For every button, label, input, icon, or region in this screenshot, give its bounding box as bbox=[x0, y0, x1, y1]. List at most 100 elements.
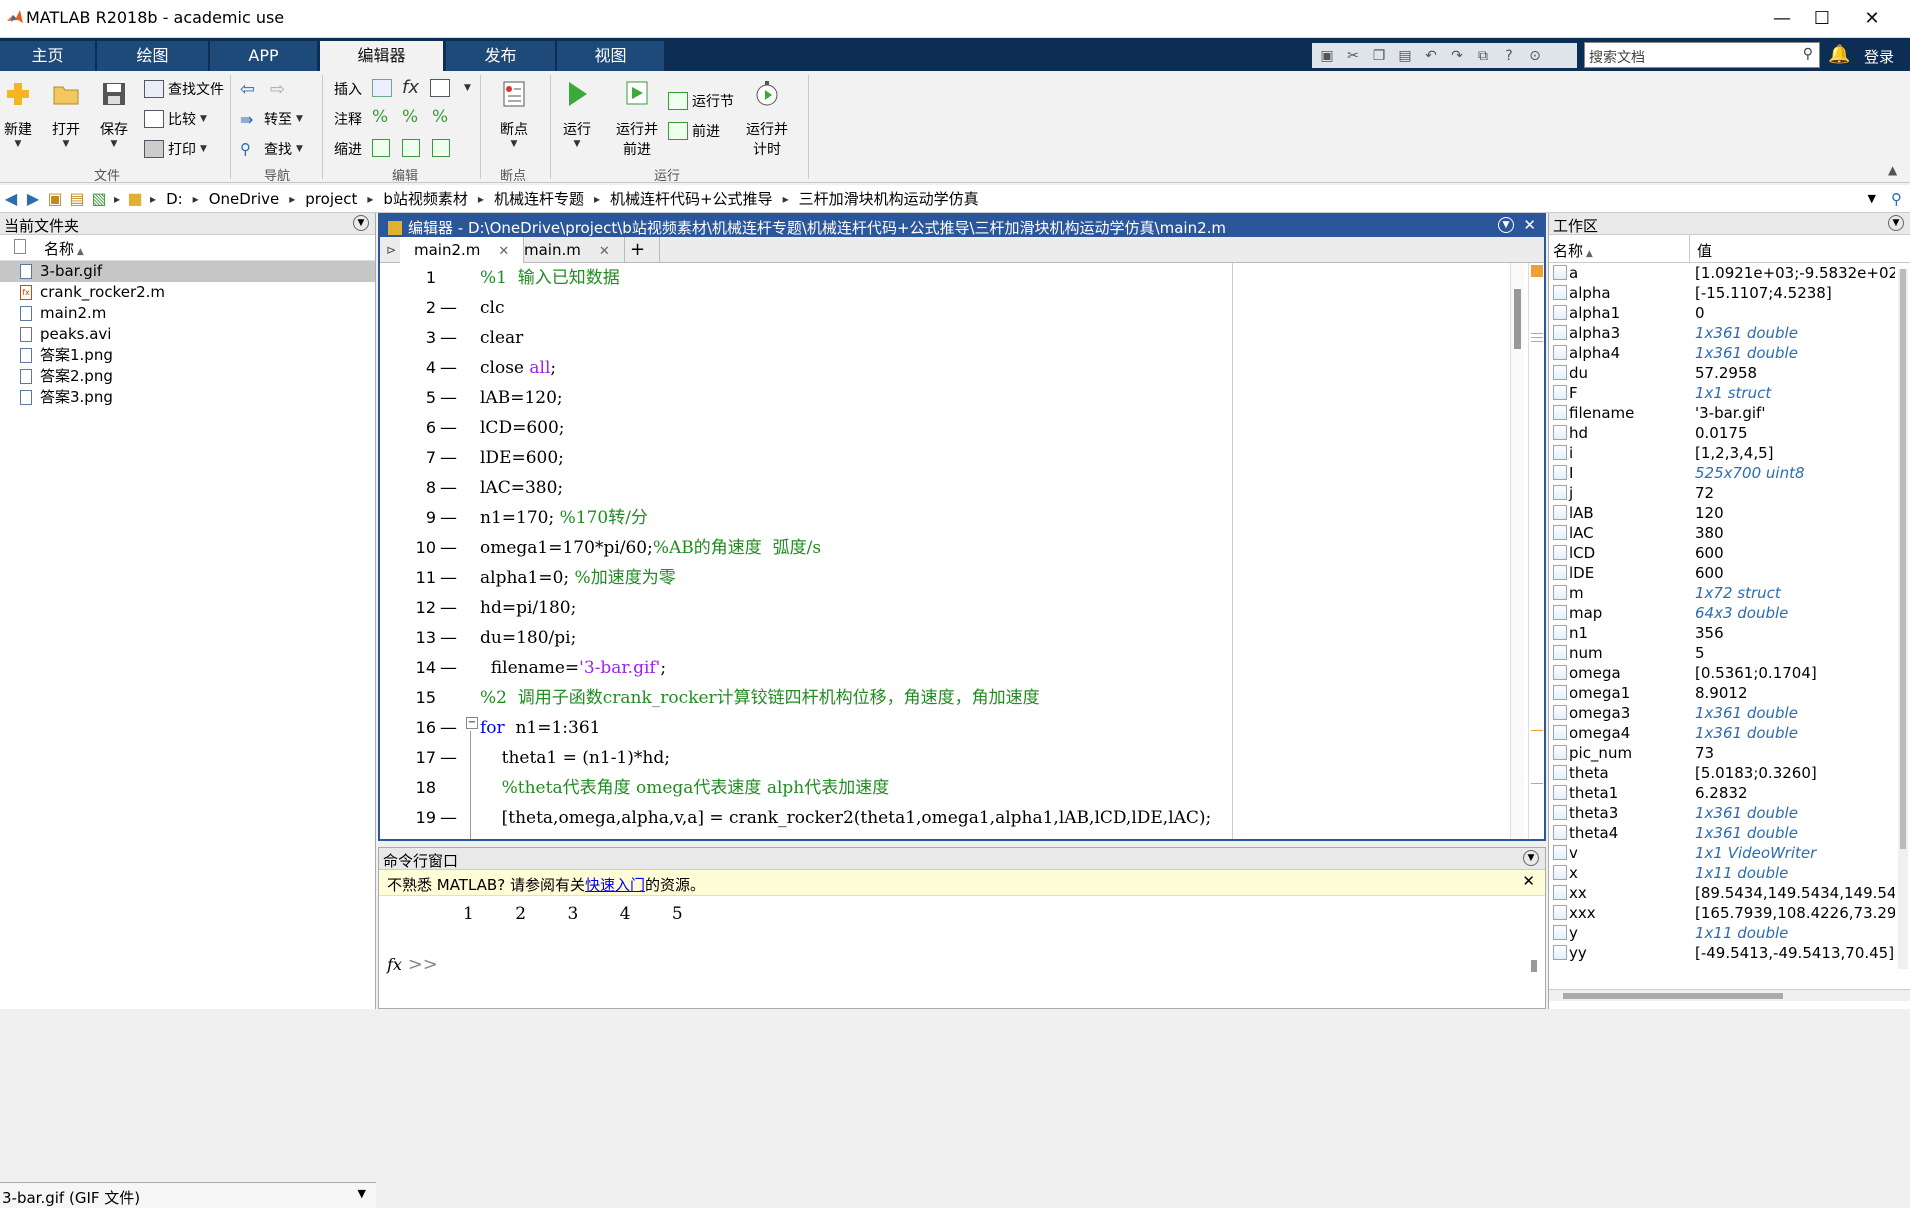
advance-button[interactable]: 前进 bbox=[668, 121, 720, 141]
back-arrow-icon[interactable]: ⇦ bbox=[240, 79, 255, 100]
help-icon[interactable]: ? bbox=[1498, 46, 1520, 66]
breakpoint-marker[interactable]: — bbox=[440, 383, 457, 413]
workspace-variable-row[interactable]: alpha [-15.1107;4.5238] bbox=[1549, 283, 1910, 303]
editor-menu-icon[interactable]: ▼ bbox=[1498, 217, 1514, 233]
breakpoint-marker[interactable]: — bbox=[440, 593, 457, 623]
tab-editor[interactable]: 编辑器 bbox=[320, 41, 444, 71]
insert-function-icon[interactable] bbox=[430, 79, 450, 97]
insert-button[interactable]: 插入 bbox=[334, 79, 362, 99]
workspace-variable-row[interactable]: i [1,2,3,4,5] bbox=[1549, 443, 1910, 463]
breakpoint-marker[interactable]: — bbox=[440, 503, 457, 533]
workspace-variable-row[interactable]: alpha1 0 bbox=[1549, 303, 1910, 323]
customize-icon[interactable]: ⊙ bbox=[1524, 46, 1546, 66]
line-number[interactable]: 13 bbox=[380, 623, 436, 653]
fold-icon[interactable]: − bbox=[466, 717, 478, 729]
back-icon[interactable]: ◀ bbox=[0, 189, 22, 208]
breakpoint-marker[interactable]: — bbox=[440, 713, 457, 743]
file-list-item[interactable]: 答案1.png bbox=[0, 345, 375, 366]
breakpoint-marker[interactable]: — bbox=[440, 323, 457, 353]
warning-marker[interactable] bbox=[1531, 730, 1543, 731]
print-button[interactable]: 打印 ▼ bbox=[144, 139, 207, 159]
breakpoint-marker[interactable]: — bbox=[440, 353, 457, 383]
goto-button[interactable]: ⇛ 转至 ▼ bbox=[240, 109, 303, 129]
login-link[interactable]: 登录 bbox=[1864, 46, 1894, 67]
workspace-variable-row[interactable]: lCD 600 bbox=[1549, 543, 1910, 563]
new-button[interactable]: 新建 ▼ bbox=[2, 79, 34, 149]
code-line[interactable]: 14— filename='3-bar.gif'; bbox=[380, 653, 1500, 683]
line-number[interactable]: 1 bbox=[380, 263, 436, 293]
search-documentation-input[interactable]: 搜索文档 ⚲ bbox=[1584, 42, 1820, 68]
workspace-variable-row[interactable]: du 57.2958 bbox=[1549, 363, 1910, 383]
tab-publish[interactable]: 发布 bbox=[446, 41, 556, 71]
percent-comment-icon[interactable]: % bbox=[372, 107, 388, 127]
code-line[interactable]: 11— alpha1=0; %加速度为零 bbox=[380, 563, 1500, 593]
workspace-variable-row[interactable]: lDE 600 bbox=[1549, 563, 1910, 583]
command-scrollbar[interactable] bbox=[1531, 960, 1537, 972]
line-number[interactable]: 2 bbox=[380, 293, 436, 323]
workspace-variable-row[interactable]: a [1.0921e+03;-9.5832e+02] bbox=[1549, 263, 1910, 283]
search-icon[interactable]: ⚲ bbox=[1803, 46, 1813, 62]
compare-button[interactable]: 比较 ▼ bbox=[144, 109, 207, 129]
workspace-variable-row[interactable]: j 72 bbox=[1549, 483, 1910, 503]
decrease-indent-icon[interactable] bbox=[432, 139, 450, 157]
collapse-ribbon-icon[interactable]: ▲ bbox=[1888, 163, 1897, 177]
workspace-variable-row[interactable]: num 5 bbox=[1549, 643, 1910, 663]
breakpoint-marker[interactable]: — bbox=[440, 653, 457, 683]
code-line[interactable]: 7— lDE=600; bbox=[380, 443, 1500, 473]
file-list-item[interactable]: 答案3.png bbox=[0, 387, 375, 408]
breakpoint-marker[interactable]: — bbox=[440, 743, 457, 773]
code-line[interactable]: 12— hd=pi/180; bbox=[380, 593, 1500, 623]
code-line[interactable]: 16— for n1=1:361 bbox=[380, 713, 1500, 743]
goto-folder-icon[interactable]: ▧ bbox=[88, 189, 110, 208]
line-number[interactable]: 11 bbox=[380, 563, 436, 593]
workspace-vertical-scrollbar[interactable] bbox=[1898, 269, 1908, 969]
code-line[interactable]: 5— lAB=120; bbox=[380, 383, 1500, 413]
code-line[interactable]: 3— clear bbox=[380, 323, 1500, 353]
new-tab-button[interactable]: + bbox=[616, 237, 661, 263]
find-files-button[interactable]: 查找文件 bbox=[144, 79, 224, 99]
line-number[interactable]: 17 bbox=[380, 743, 436, 773]
warning-marker[interactable] bbox=[1531, 783, 1543, 784]
file-name-column-header[interactable]: 名称 ▲ bbox=[0, 235, 375, 261]
workspace-variable-row[interactable]: yy [-49.5413,-49.5413,70.45] bbox=[1549, 943, 1910, 963]
breakpoint-marker[interactable]: — bbox=[440, 563, 457, 593]
workspace-variable-row[interactable]: map 64x3 double bbox=[1549, 603, 1910, 623]
breadcrumb-onedrive[interactable]: OneDrive bbox=[203, 190, 286, 208]
warning-status-icon[interactable] bbox=[1531, 265, 1543, 277]
warning-marker[interactable] bbox=[1531, 337, 1543, 338]
close-note-icon[interactable]: ✕ bbox=[1522, 872, 1535, 890]
code-line[interactable]: 1 %1 输入已知数据 bbox=[380, 263, 1500, 293]
line-number[interactable]: 19 bbox=[380, 803, 436, 833]
workspace-variable-row[interactable]: omega [0.5361;0.1704] bbox=[1549, 663, 1910, 683]
breakpoint-marker[interactable]: — bbox=[440, 533, 457, 563]
code-line[interactable]: 6— lCD=600; bbox=[380, 413, 1500, 443]
panel-menu-icon[interactable]: ▼ bbox=[353, 215, 369, 231]
tab-apps[interactable]: APP bbox=[210, 41, 318, 71]
code-line[interactable]: 18 %theta代表角度 omega代表速度 alph代表加速度 bbox=[380, 773, 1500, 803]
workspace-variable-row[interactable]: theta [5.0183;0.3260] bbox=[1549, 763, 1910, 783]
file-list-item[interactable]: 3-bar.gif bbox=[0, 261, 375, 282]
code-line[interactable]: 8— lAC=380; bbox=[380, 473, 1500, 503]
function-browser-icon[interactable]: fx bbox=[387, 955, 402, 974]
tab-main2[interactable]: main2.m ✕ bbox=[400, 237, 525, 263]
line-number[interactable]: 10 bbox=[380, 533, 436, 563]
tab-plots[interactable]: 绘图 bbox=[97, 41, 209, 71]
find-button[interactable]: ⚲ 查找 ▼ bbox=[240, 139, 303, 159]
workspace-variable-row[interactable]: hd 0.0175 bbox=[1549, 423, 1910, 443]
file-list-item[interactable]: main2.m bbox=[0, 303, 375, 324]
workspace-variable-row[interactable]: v 1x1 VideoWriter bbox=[1549, 843, 1910, 863]
column-divider[interactable] bbox=[1689, 235, 1690, 263]
breadcrumb-code[interactable]: 机械连杆代码+公式推导 bbox=[604, 188, 779, 209]
workspace-variable-row[interactable]: omega4 1x361 double bbox=[1549, 723, 1910, 743]
warning-marker[interactable] bbox=[1531, 341, 1543, 342]
breadcrumb-bilibili[interactable]: b站视频素材 bbox=[377, 188, 474, 209]
workspace-variable-row[interactable]: lAB 120 bbox=[1549, 503, 1910, 523]
workspace-variable-row[interactable]: filename '3-bar.gif' bbox=[1549, 403, 1910, 423]
line-number[interactable]: 5 bbox=[380, 383, 436, 413]
save-icon[interactable]: ▣ bbox=[1316, 46, 1338, 66]
close-button[interactable]: ✕ bbox=[1852, 6, 1892, 32]
percent-uncomment-icon[interactable]: % bbox=[402, 107, 418, 127]
editor-close-icon[interactable]: ✕ bbox=[1523, 216, 1536, 234]
line-number[interactable]: 8 bbox=[380, 473, 436, 503]
code-line[interactable]: 10— omega1=170*pi/60;%AB的角速度 弧度/s bbox=[380, 533, 1500, 563]
